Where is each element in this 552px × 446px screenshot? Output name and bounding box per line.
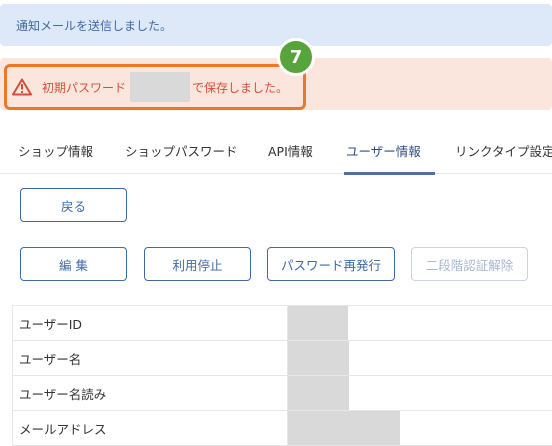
row-value-user-name-reading	[288, 376, 552, 410]
row-value-user-id	[288, 306, 552, 340]
row-label-email: メールアドレス	[12, 411, 288, 445]
row-label-user-name: ユーザー名	[12, 341, 288, 375]
table-row: ユーザーID	[12, 306, 552, 341]
tab-api-info[interactable]: API情報	[268, 126, 313, 174]
back-button[interactable]: 戻る	[20, 188, 127, 222]
tab-shop-info[interactable]: ショップ情報	[18, 126, 93, 174]
warning-triangle-icon	[12, 78, 32, 96]
user-info-page: 通知メールを送信しました。 初期パスワード で保存しました。 7 ショップ情報 …	[0, 0, 552, 446]
user-info-table: ユーザーID ユーザー名 ユーザー名読み メールアドレス	[12, 305, 552, 446]
disable-two-factor-button: 二段階認証解除	[411, 247, 528, 281]
row-value-email	[288, 411, 552, 445]
suspend-button[interactable]: 利用停止	[144, 247, 251, 281]
masked-value	[288, 341, 349, 375]
reissue-password-button[interactable]: パスワード再発行	[267, 247, 395, 281]
tab-user-info[interactable]: ユーザー情報	[344, 126, 435, 175]
tab-shop-password[interactable]: ショップパスワード	[125, 126, 238, 174]
tab-link-type-settings[interactable]: リンクタイプ設定	[455, 126, 552, 174]
masked-value	[288, 376, 349, 410]
warning-prefix: 初期パスワード	[42, 80, 127, 95]
warning-alert-content: 初期パスワード で保存しました。	[12, 72, 288, 102]
tab-bar: ショップ情報 ショップパスワード API情報 ユーザー情報 リンクタイプ設定	[0, 126, 552, 175]
warning-suffix: で保存しました。	[192, 80, 289, 95]
info-alert: 通知メールを送信しました。	[0, 4, 552, 46]
masked-value	[288, 411, 400, 445]
masked-value	[288, 306, 348, 340]
row-label-user-id: ユーザーID	[12, 306, 288, 340]
row-value-user-name	[288, 341, 552, 375]
table-row: ユーザー名	[12, 341, 552, 376]
info-alert-message: 通知メールを送信しました。	[16, 18, 173, 33]
edit-button[interactable]: 編 集	[20, 247, 127, 281]
annotation-number-badge: 7	[277, 38, 315, 76]
table-row: メールアドレス	[12, 411, 552, 446]
table-row: ユーザー名読み	[12, 376, 552, 411]
masked-password	[130, 72, 191, 102]
row-label-user-name-reading: ユーザー名読み	[12, 376, 288, 410]
